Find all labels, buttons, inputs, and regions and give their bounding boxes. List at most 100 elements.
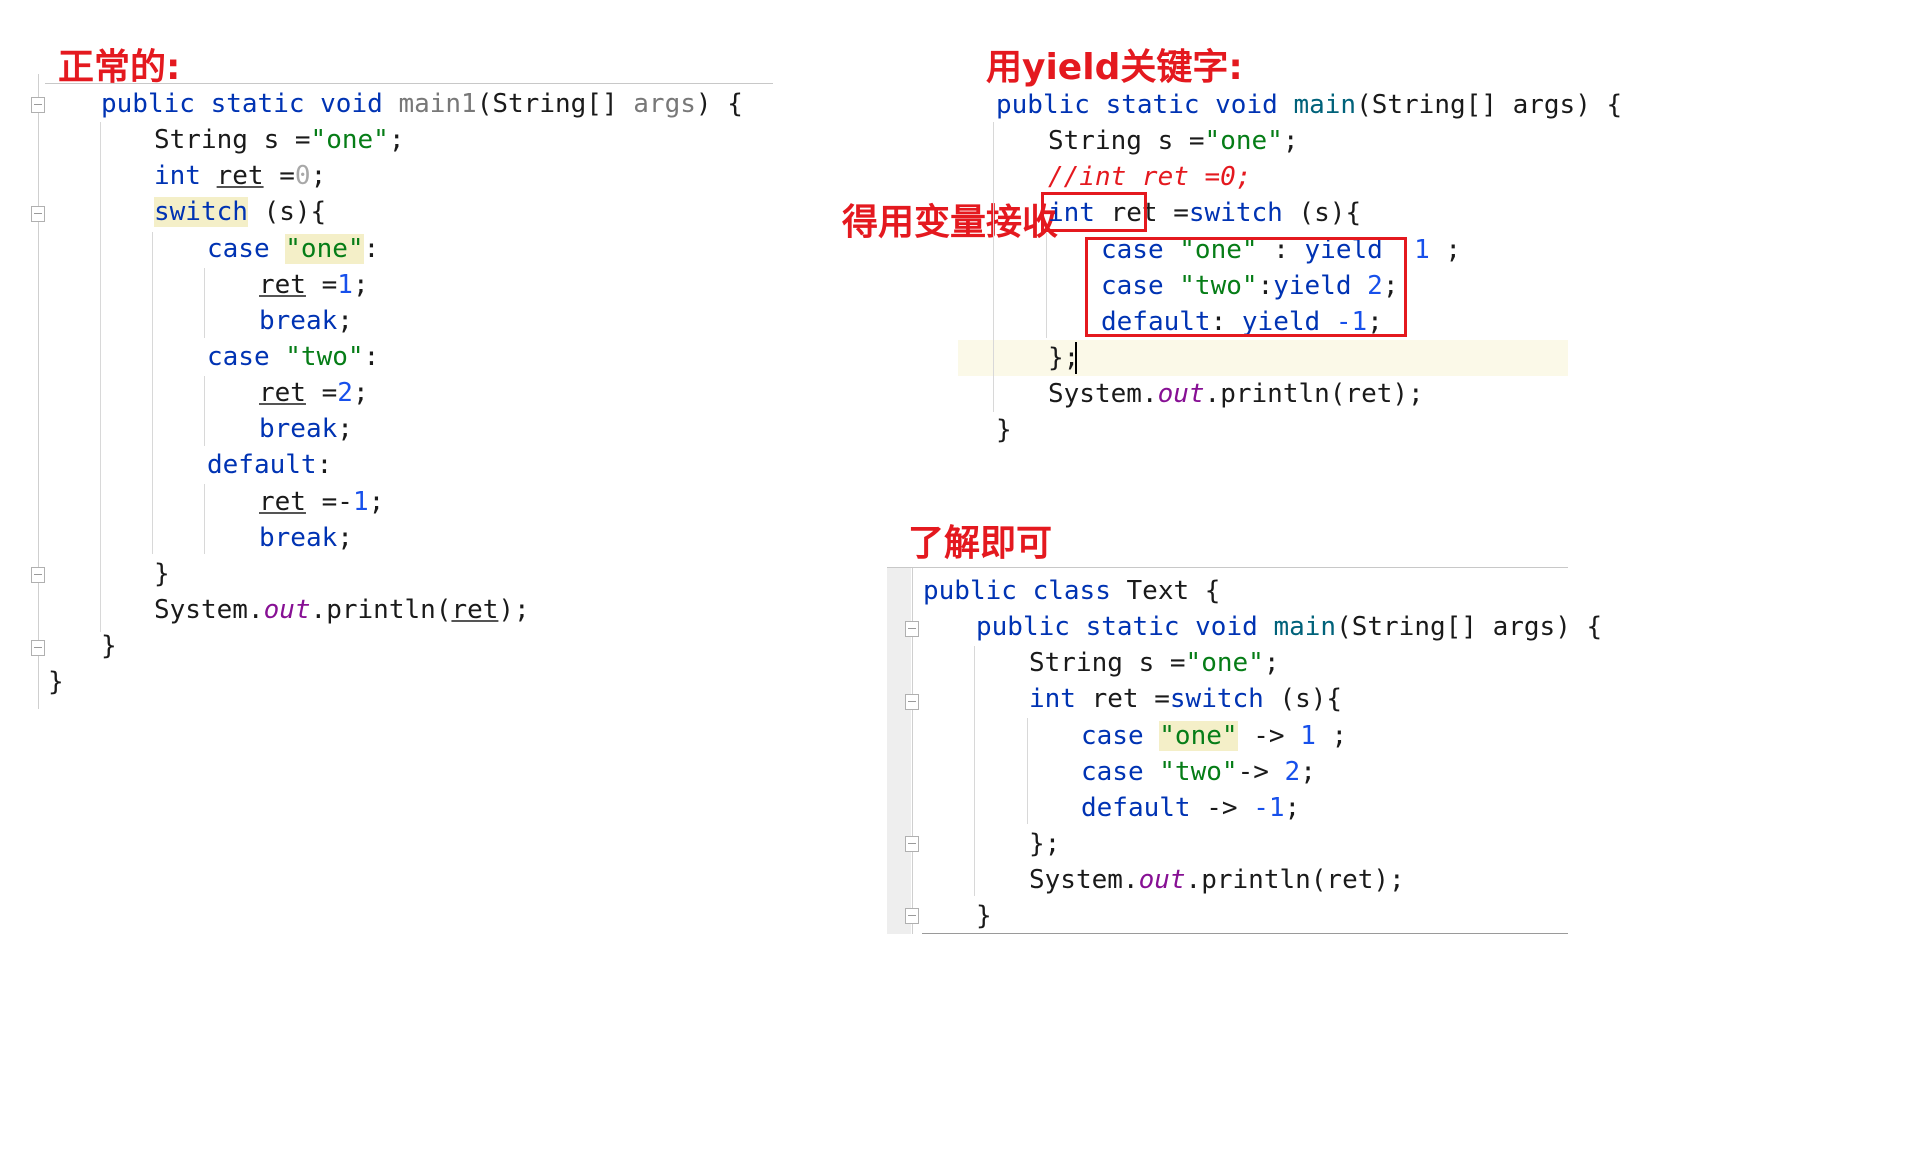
highlight-box-cases xyxy=(1085,237,1407,337)
method-name: main xyxy=(1273,612,1337,642)
keyword: class xyxy=(1032,576,1111,606)
code-line: } xyxy=(996,415,1012,445)
number-literal: 0 xyxy=(294,161,311,191)
variable: ret xyxy=(216,161,264,191)
number-literal: 1 xyxy=(1414,235,1430,265)
method-name: main xyxy=(1293,90,1357,120)
code-text: System. xyxy=(154,595,264,625)
code-line: } xyxy=(48,667,64,697)
code-line: public static void main1(String[] args) … xyxy=(101,84,743,124)
code-text: .println(ret); xyxy=(1185,865,1405,895)
indent-guide xyxy=(204,376,205,446)
keyword: int xyxy=(154,161,201,191)
keyword: switch xyxy=(1188,198,1283,228)
arrow-panel-title: 了解即可 xyxy=(908,523,1053,564)
code-text: System. xyxy=(1029,865,1139,895)
fold-marker-icon[interactable] xyxy=(905,621,919,637)
code-line: case "two": xyxy=(207,337,379,377)
parameter: args xyxy=(633,89,696,119)
indent-guide xyxy=(100,122,101,632)
code-line: public static void main(String[] args) { xyxy=(976,607,1602,647)
keyword: default xyxy=(1081,793,1191,823)
code-text: = xyxy=(305,378,338,408)
keyword: public xyxy=(101,89,195,119)
code-line: } xyxy=(101,631,117,661)
keyword: public xyxy=(996,90,1090,120)
fold-marker-icon[interactable] xyxy=(31,567,45,583)
fold-marker-icon[interactable] xyxy=(905,836,919,852)
code-line: }; xyxy=(1048,343,1080,373)
keyword: case xyxy=(207,342,270,372)
code-text: (String[] args) { xyxy=(1336,612,1603,642)
code-text: Text { xyxy=(1110,576,1221,606)
annotation-label: 得用变量接收 xyxy=(842,202,1059,243)
code-line: } xyxy=(154,559,170,589)
keyword: break xyxy=(259,306,338,336)
code-text: : xyxy=(363,234,380,264)
string-literal: "one" xyxy=(1204,126,1283,156)
code-text: ret = xyxy=(1075,684,1170,714)
code-text: ; xyxy=(368,487,385,517)
arrow-editor-top-border xyxy=(887,567,1568,568)
code-line: public class Text { xyxy=(923,571,1220,611)
highlight-box-variable xyxy=(1041,192,1147,232)
code-text: ) { xyxy=(695,89,743,119)
indent-guide xyxy=(993,122,994,412)
code-text: (s){ xyxy=(247,197,327,227)
arrow-editor-bottom-border xyxy=(922,933,1568,934)
code-line: case "one" -> 1 ; xyxy=(1081,716,1347,756)
code-text: ; xyxy=(337,414,353,444)
code-text: (s){ xyxy=(1263,684,1343,714)
code-text: String s = xyxy=(154,125,311,155)
code-text: ; xyxy=(1315,721,1348,751)
code-line: String s ="one"; xyxy=(1029,643,1279,683)
string-literal: "two" xyxy=(285,342,364,372)
indent-guide xyxy=(152,232,153,554)
code-line: String s ="one"; xyxy=(1048,121,1298,161)
keyword: break xyxy=(259,523,338,553)
keyword: break xyxy=(259,414,338,444)
code-line: String s ="one"; xyxy=(154,120,404,160)
keyword: public xyxy=(976,612,1070,642)
code-text: : xyxy=(363,342,380,372)
variable: ret xyxy=(259,487,306,517)
keyword: int xyxy=(1029,684,1076,714)
fold-marker-icon[interactable] xyxy=(905,694,919,710)
code-text: ; xyxy=(1282,126,1299,156)
code-line: ret =2; xyxy=(259,373,369,413)
fold-marker-icon[interactable] xyxy=(31,206,45,222)
fold-marker-icon[interactable] xyxy=(905,908,919,924)
code-text: -> xyxy=(1190,793,1254,823)
number-literal: 2 xyxy=(337,378,353,408)
indent-guide xyxy=(1027,718,1028,824)
string-literal: "one" xyxy=(1159,721,1238,751)
left-gutter-border xyxy=(38,74,39,709)
code-text: = xyxy=(305,270,338,300)
code-line: switch (s){ xyxy=(154,192,326,232)
code-text: ; xyxy=(352,270,369,300)
code-line: } xyxy=(976,901,992,931)
code-line: System.out.println(ret); xyxy=(154,590,530,630)
indent-guide xyxy=(1046,232,1047,338)
code-text: =- xyxy=(305,487,353,517)
code-text: String s = xyxy=(1048,126,1205,156)
code-line: break; xyxy=(259,518,353,558)
code-text: String s = xyxy=(1029,648,1186,678)
keyword: void xyxy=(1215,90,1278,120)
keyword: case xyxy=(207,234,270,264)
static-field: out xyxy=(1138,865,1186,895)
number-literal: 2 xyxy=(1284,757,1301,787)
yield-panel-title: 用yield关键字: xyxy=(986,47,1243,88)
fold-marker-icon[interactable] xyxy=(31,640,45,656)
code-text: ; xyxy=(1300,757,1316,787)
code-text: ); xyxy=(498,595,530,625)
indent-guide xyxy=(204,484,205,554)
keyword: default xyxy=(207,450,317,480)
code-line: break; xyxy=(259,301,353,341)
code-line: int ret =0; xyxy=(154,156,326,196)
number-literal: 1 xyxy=(352,487,369,517)
fold-marker-icon[interactable] xyxy=(31,97,45,113)
code-line: default: xyxy=(207,445,332,485)
code-text: ; xyxy=(1429,235,1462,265)
code-line: public static void main(String[] args) { xyxy=(996,85,1622,125)
